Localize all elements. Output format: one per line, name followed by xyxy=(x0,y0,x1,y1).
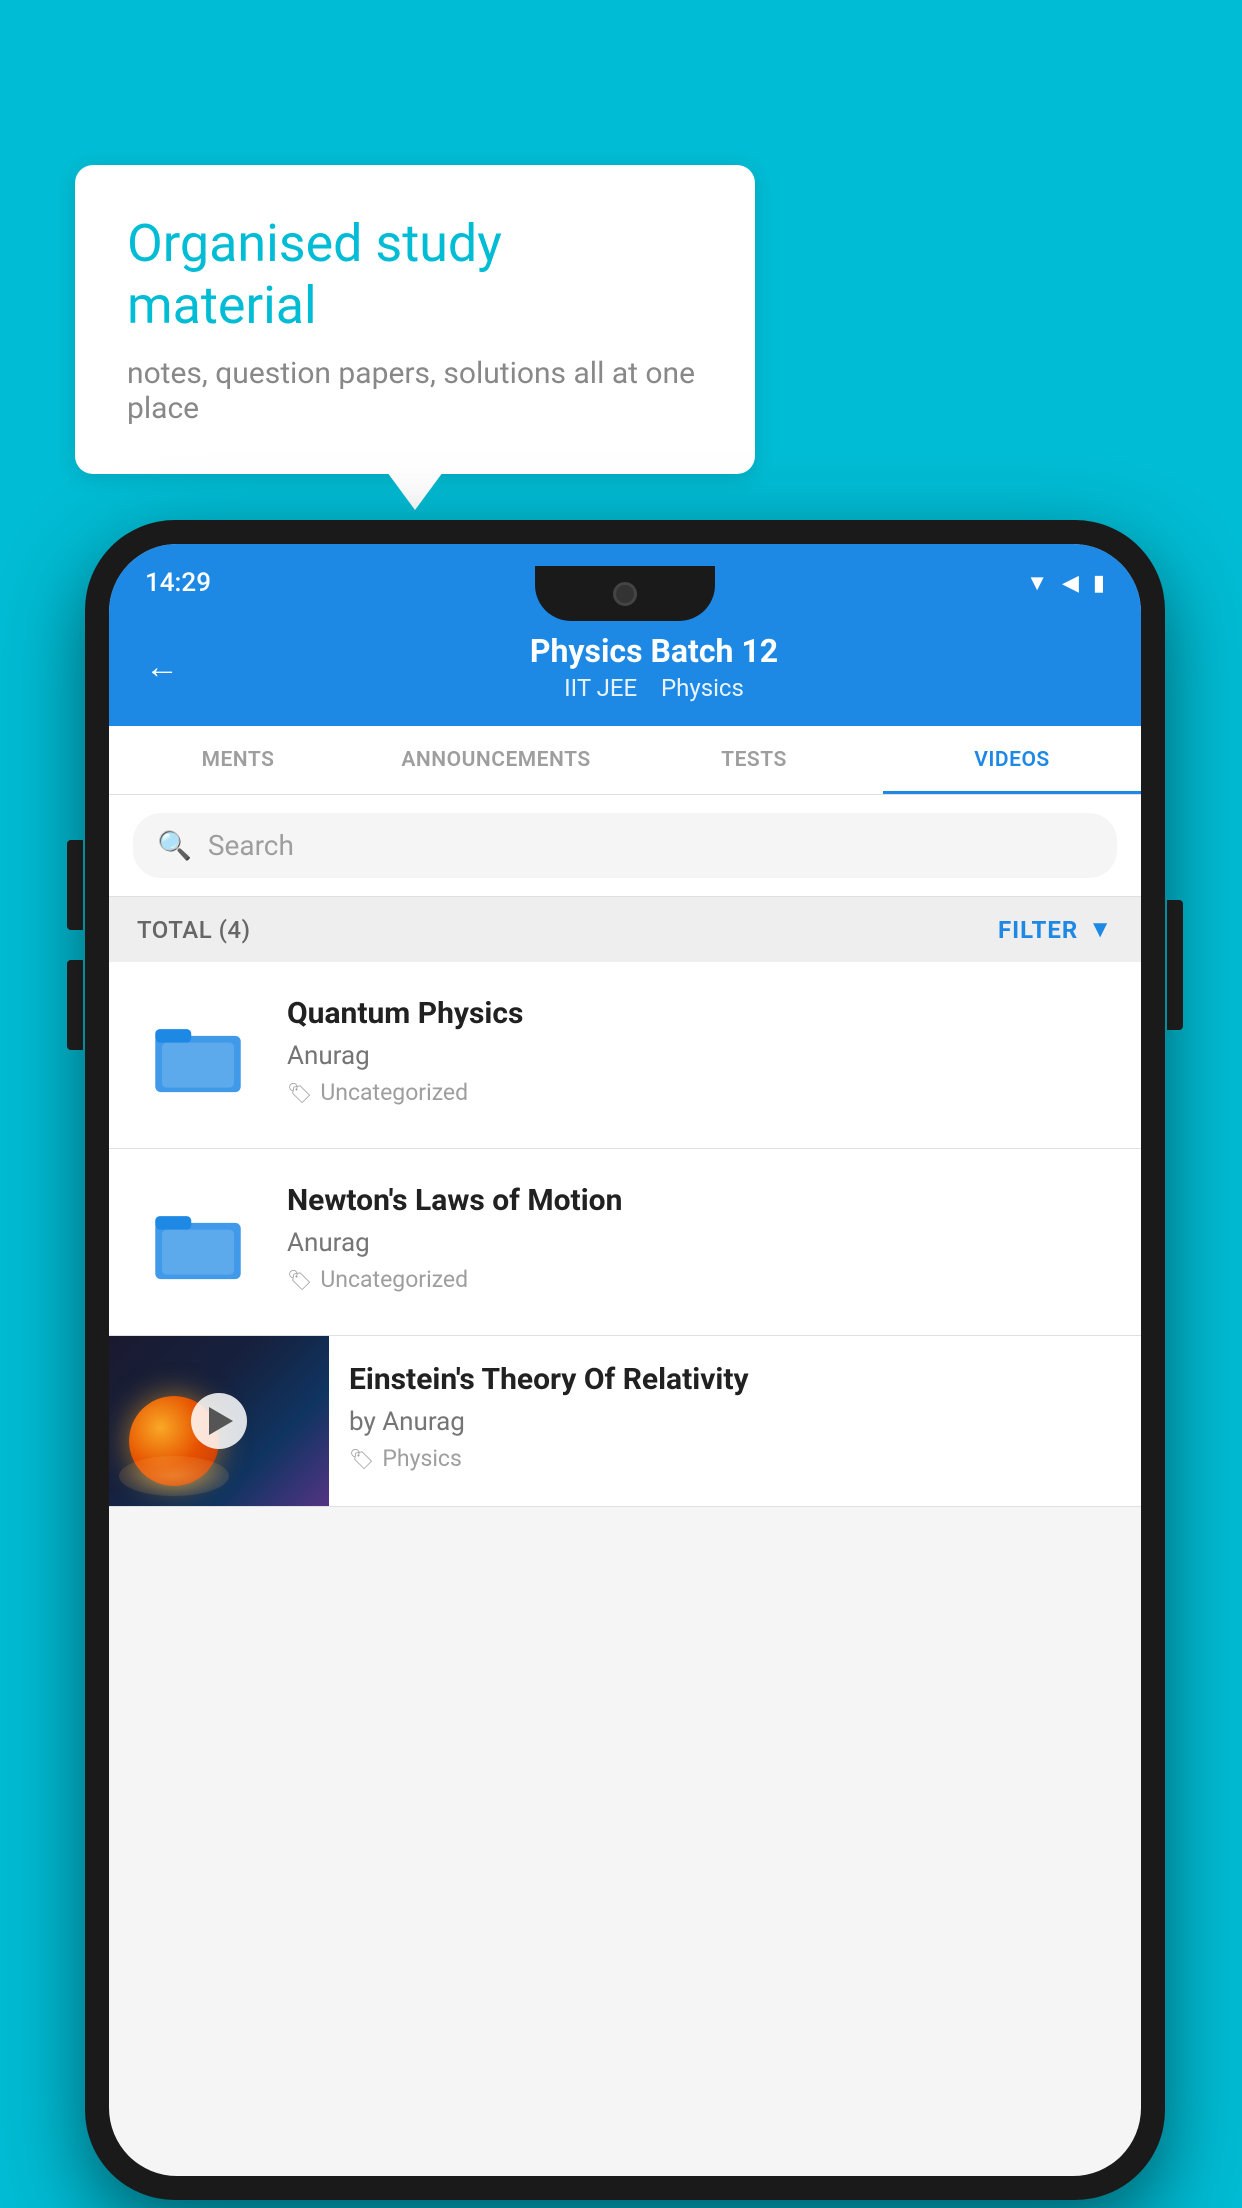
play-icon xyxy=(209,1407,233,1435)
phone-notch xyxy=(535,566,715,621)
volume-up-button xyxy=(67,840,83,930)
folder-icon xyxy=(153,1010,243,1100)
video-thumbnail-1 xyxy=(133,990,263,1120)
bubble-subtitle: notes, question papers, solutions all at… xyxy=(127,356,703,426)
status-time: 14:29 xyxy=(145,568,211,598)
filter-label: FILTER xyxy=(998,916,1078,944)
app-header: ← Physics Batch 12 IIT JEE Physics xyxy=(109,612,1141,726)
filter-row: TOTAL (4) FILTER ▼ xyxy=(109,897,1141,962)
battery-icon: ▮ xyxy=(1093,571,1105,596)
filter-icon: ▼ xyxy=(1088,915,1113,944)
video-tag-2: 🏷 Uncategorized xyxy=(287,1266,1117,1293)
video-info-1: Quantum Physics Anurag 🏷 Uncategorized xyxy=(287,990,1117,1106)
video-thumbnail-2 xyxy=(133,1177,263,1307)
status-icons: ▼ ◀ ▮ xyxy=(1026,570,1105,596)
bubble-title: Organised study material xyxy=(127,213,703,338)
phone-screen: 14:29 ▼ ◀ ▮ ← Physics Batch 12 IIT JEE P… xyxy=(109,544,1141,2176)
tab-ments[interactable]: MENTS xyxy=(109,726,367,794)
folder-icon xyxy=(153,1197,243,1287)
tag-icon: 🏷 xyxy=(287,1268,312,1292)
camera-icon xyxy=(613,582,637,606)
video-author-3: by Anurag xyxy=(349,1407,1121,1437)
list-item[interactable]: Newton's Laws of Motion Anurag 🏷 Uncateg… xyxy=(109,1149,1141,1336)
back-button[interactable]: ← xyxy=(145,647,179,687)
wifi-icon: ▼ xyxy=(1026,570,1048,596)
play-button[interactable] xyxy=(191,1393,247,1449)
header-title-block: Physics Batch 12 IIT JEE Physics xyxy=(203,632,1105,702)
video-info-2: Newton's Laws of Motion Anurag 🏷 Uncateg… xyxy=(287,1177,1117,1293)
video-tag-1: 🏷 Uncategorized xyxy=(287,1079,1117,1106)
total-count: TOTAL (4) xyxy=(137,916,250,944)
video-tag-3: 🏷 Physics xyxy=(349,1445,1121,1472)
list-item[interactable]: Quantum Physics Anurag 🏷 Uncategorized xyxy=(109,962,1141,1149)
header-subtitle: IIT JEE Physics xyxy=(203,674,1105,702)
search-bar[interactable]: 🔍 Search xyxy=(133,813,1117,878)
tab-tests[interactable]: TESTS xyxy=(625,726,883,794)
tab-videos[interactable]: VIDEOS xyxy=(883,726,1141,794)
tabs-bar: MENTS ANNOUNCEMENTS TESTS VIDEOS xyxy=(109,726,1141,795)
phone-device: 14:29 ▼ ◀ ▮ ← Physics Batch 12 IIT JEE P… xyxy=(85,520,1165,2200)
signal-icon: ◀ xyxy=(1062,571,1079,596)
video-info-3: Einstein's Theory Of Relativity by Anura… xyxy=(329,1336,1141,1496)
video-title-2: Newton's Laws of Motion xyxy=(287,1181,1117,1220)
video-author-1: Anurag xyxy=(287,1041,1117,1071)
search-container: 🔍 Search xyxy=(109,795,1141,897)
speech-bubble: Organised study material notes, question… xyxy=(75,165,755,474)
search-icon: 🔍 xyxy=(157,829,192,862)
video-list: Quantum Physics Anurag 🏷 Uncategorized xyxy=(109,962,1141,1507)
power-button xyxy=(1167,900,1183,1030)
filter-button[interactable]: FILTER ▼ xyxy=(998,915,1113,944)
header-title: Physics Batch 12 xyxy=(203,632,1105,670)
volume-down-button xyxy=(67,960,83,1050)
tag-icon: 🏷 xyxy=(287,1081,312,1105)
search-input[interactable]: Search xyxy=(208,829,294,862)
tab-announcements[interactable]: ANNOUNCEMENTS xyxy=(367,726,625,794)
tag-icon: 🏷 xyxy=(349,1447,374,1471)
video-author-2: Anurag xyxy=(287,1228,1117,1258)
list-item[interactable]: Einstein's Theory Of Relativity by Anura… xyxy=(109,1336,1141,1507)
glow-effect xyxy=(119,1456,229,1496)
video-thumbnail-3 xyxy=(109,1336,329,1506)
video-title-3: Einstein's Theory Of Relativity xyxy=(349,1360,1121,1399)
video-title-1: Quantum Physics xyxy=(287,994,1117,1033)
